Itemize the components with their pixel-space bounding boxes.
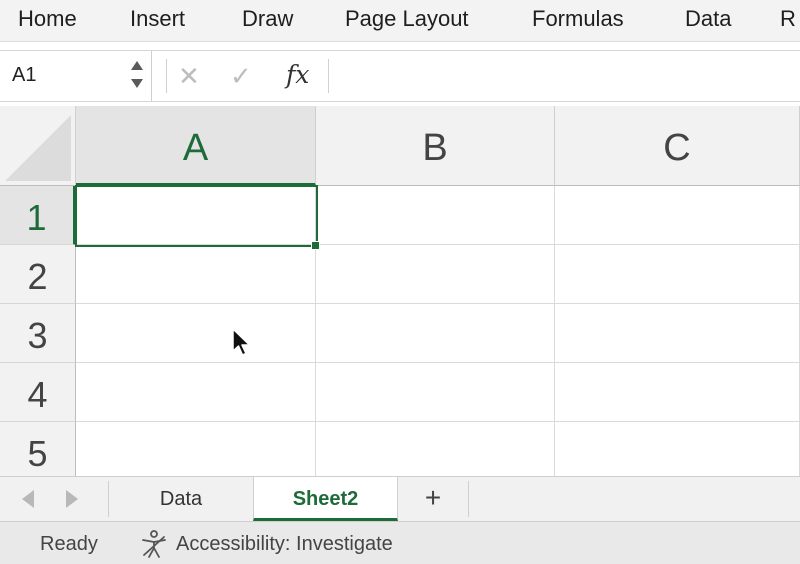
tab-review-partial[interactable]: R: [780, 6, 796, 32]
select-all-triangle-icon: [5, 115, 71, 181]
cell-c5[interactable]: [555, 422, 800, 476]
row-header-4[interactable]: 4: [0, 363, 76, 422]
cell-c4[interactable]: [555, 363, 800, 422]
cell-b5[interactable]: [316, 422, 555, 476]
tab-formulas[interactable]: Formulas: [532, 6, 624, 32]
cell-a5[interactable]: [76, 422, 316, 476]
cell-b4[interactable]: [316, 363, 555, 422]
cell-b1[interactable]: [316, 186, 555, 245]
row-header-2[interactable]: 2: [0, 245, 76, 304]
function-icon[interactable]: fx: [286, 60, 309, 89]
tab-page-layout[interactable]: Page Layout: [345, 6, 469, 32]
sheet-tab-data[interactable]: Data: [110, 477, 252, 521]
formula-bar: A1 ✕ ✓ fx: [0, 50, 800, 102]
name-box-value: A1: [12, 64, 37, 86]
column-header-c[interactable]: C: [555, 106, 800, 186]
accessibility-status[interactable]: Accessibility: Investigate: [176, 533, 393, 556]
fill-handle[interactable]: [311, 241, 320, 250]
accessibility-icon[interactable]: [140, 529, 168, 559]
stepper-down-icon[interactable]: [131, 79, 143, 88]
cell-c1[interactable]: [555, 186, 800, 245]
status-ready: Ready: [40, 533, 98, 555]
worksheet-grid: A B C 1 2 3 4 5: [0, 106, 800, 476]
cell-b2[interactable]: [316, 245, 555, 304]
enter-icon[interactable]: ✓: [230, 61, 252, 92]
column-header-b[interactable]: B: [316, 106, 555, 186]
cancel-icon[interactable]: ✕: [178, 61, 200, 92]
sheet-divider: [468, 481, 469, 517]
formula-bar-divider: [166, 59, 167, 93]
formula-bar-divider: [328, 59, 329, 93]
sheet-tab-bar: Data Sheet2 +: [0, 476, 800, 522]
stepper-up-icon[interactable]: [131, 61, 143, 70]
row-header-1[interactable]: 1: [0, 186, 76, 245]
tab-insert[interactable]: Insert: [130, 6, 185, 32]
next-sheet-icon[interactable]: [66, 490, 78, 508]
tab-home[interactable]: Home: [18, 6, 77, 32]
active-cell-border: [75, 185, 318, 247]
cell-c2[interactable]: [555, 245, 800, 304]
column-header-a[interactable]: A: [76, 106, 316, 186]
prev-sheet-icon[interactable]: [22, 490, 34, 508]
select-all-button[interactable]: [0, 106, 76, 186]
status-bar: Ready Accessibility: Investigate: [0, 522, 800, 564]
cell-b3[interactable]: [316, 304, 555, 363]
cell-a3[interactable]: [76, 304, 316, 363]
mouse-pointer-icon: [232, 328, 251, 356]
sheet-tab-sheet2[interactable]: Sheet2: [253, 477, 398, 521]
ribbon-tabs: Home Insert Draw Page Layout Formulas Da…: [0, 0, 800, 42]
tab-data[interactable]: Data: [685, 6, 731, 32]
sheet-divider: [108, 481, 109, 517]
add-sheet-button[interactable]: +: [418, 482, 448, 516]
name-box[interactable]: A1: [0, 51, 152, 101]
tab-draw[interactable]: Draw: [242, 6, 293, 32]
row-header-3[interactable]: 3: [0, 304, 76, 363]
cell-a2[interactable]: [76, 245, 316, 304]
cell-a4[interactable]: [76, 363, 316, 422]
row-header-5[interactable]: 5: [0, 422, 76, 476]
formula-input[interactable]: [332, 51, 800, 101]
up-down-stepper-icon[interactable]: [129, 57, 145, 95]
cell-c3[interactable]: [555, 304, 800, 363]
